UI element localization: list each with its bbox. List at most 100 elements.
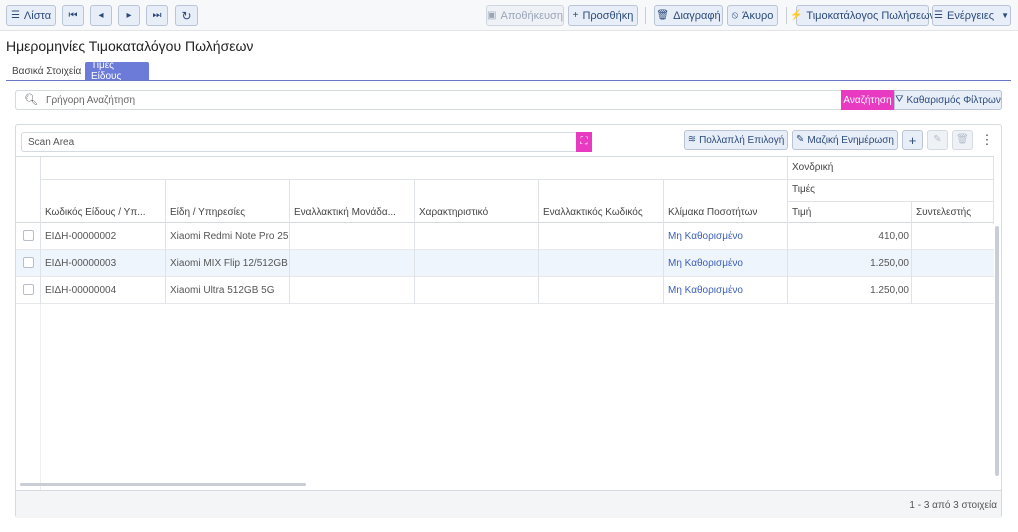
header-divider bbox=[993, 157, 994, 224]
cell-quantity-scale-link[interactable]: Μη Καθορισμένο bbox=[668, 250, 785, 276]
last-page-button[interactable]: ⏭ bbox=[146, 5, 168, 26]
menu-icon: ☰ bbox=[934, 9, 943, 21]
horizontal-scrollbar[interactable] bbox=[20, 483, 306, 486]
actions-label: Ενέργειες bbox=[947, 9, 995, 22]
bulk-update-label: Μαζική Ενημέρωση bbox=[807, 134, 894, 146]
list-icon: ☰ bbox=[10, 9, 20, 21]
scan-button[interactable]: ⛶ bbox=[576, 132, 592, 152]
edit-row-button[interactable]: ✎ bbox=[927, 130, 948, 150]
last-page-icon: ⏭ bbox=[152, 9, 162, 21]
column-group-prices: Τιμές bbox=[792, 184, 815, 195]
row-checkbox[interactable] bbox=[23, 284, 34, 295]
cell-alt-code bbox=[543, 223, 661, 249]
ban-icon: ⦸ bbox=[731, 9, 739, 21]
kebab-icon[interactable]: ⋮ bbox=[980, 131, 994, 149]
price-list-button[interactable]: ⚡ Τιμοκατάλογος Πωλήσεων bbox=[790, 5, 935, 26]
cell-factor bbox=[916, 277, 992, 303]
plus-icon: + bbox=[908, 132, 917, 148]
cell-price: 1.250,00 bbox=[870, 257, 909, 269]
header-divider bbox=[663, 179, 664, 224]
page-title: Ημερομηνίες Τιμοκαταλόγου Πωλήσεων bbox=[6, 38, 254, 54]
multi-select-label: Πολλαπλή Επιλογή bbox=[699, 134, 785, 146]
tab-item-prices[interactable]: Τιμές Είδους bbox=[85, 60, 149, 82]
cell-item: Xiaomi Redmi Note Pro 256GB bbox=[170, 230, 288, 242]
column-header-alt-unit[interactable]: Εναλλακτική Μονάδα... bbox=[294, 207, 412, 218]
prev-page-button[interactable]: ◂ bbox=[90, 5, 112, 26]
cell-price: 410,00 bbox=[878, 230, 909, 242]
column-header-attribute[interactable]: Χαρακτηριστικό bbox=[419, 207, 536, 218]
save-button[interactable]: ▣ Αποθήκευση bbox=[486, 5, 564, 26]
cell-attribute bbox=[419, 223, 536, 249]
plus-icon: + bbox=[572, 9, 579, 21]
cancel-button[interactable]: ⦸ Άκυρο bbox=[727, 5, 778, 26]
scan-area-placeholder: Scan Area bbox=[28, 136, 75, 148]
add-button[interactable]: + Προσθήκη bbox=[568, 5, 638, 26]
search-placeholder: Γρήγορη Αναζήτηση bbox=[45, 94, 136, 106]
row-checkbox[interactable] bbox=[23, 230, 34, 241]
cell-price: 1.250,00 bbox=[870, 284, 909, 296]
search-button[interactable]: Αναζήτηση bbox=[841, 90, 894, 110]
vertical-scrollbar[interactable] bbox=[995, 226, 999, 476]
header-divider bbox=[787, 201, 994, 202]
tabs-underline bbox=[6, 80, 1011, 81]
column-header-factor[interactable]: Συντελεστής bbox=[916, 207, 992, 218]
cell-alt-unit bbox=[294, 277, 412, 303]
cell-item: Xiaomi Ultra 512GB 5G bbox=[170, 284, 275, 296]
row-checkbox[interactable] bbox=[23, 257, 34, 268]
delete-row-button[interactable]: 🗑 bbox=[952, 130, 973, 150]
grid-header: Χονδρική Τιμές Κωδικός Είδους / Υπ... Εί… bbox=[16, 156, 994, 224]
delete-label: Διαγραφή bbox=[673, 9, 721, 22]
clear-filters-button[interactable]: ⛛ Καθαρισμός Φίλτρων bbox=[894, 90, 1002, 110]
cell-quantity-scale-link[interactable]: Μη Καθορισμένο bbox=[668, 223, 785, 249]
list-button[interactable]: ☰ Λίστα bbox=[6, 5, 56, 26]
header-divider bbox=[538, 179, 539, 224]
pencil-icon: ✎ bbox=[796, 134, 805, 145]
cell-quantity-scale-link[interactable]: Μη Καθορισμένο bbox=[668, 277, 785, 303]
next-page-icon: ▸ bbox=[126, 9, 132, 21]
column-header-items[interactable]: Είδη / Υπηρεσίες bbox=[170, 207, 287, 218]
tab-basic-info[interactable]: Βασικά Στοιχεία bbox=[6, 62, 87, 80]
scan-area-input[interactable]: Scan Area bbox=[21, 132, 576, 152]
table-row[interactable]: ΕΙΔΗ-00000004 Xiaomi Ultra 512GB 5G Μη Κ… bbox=[16, 277, 994, 304]
grid-footer: 1 - 3 από 3 στοιχεία bbox=[16, 490, 1001, 518]
row-divider bbox=[289, 223, 290, 304]
cell-code: ΕΙΔΗ-00000003 bbox=[45, 257, 117, 269]
row-divider bbox=[663, 223, 664, 304]
pencil-icon: ✎ bbox=[933, 134, 942, 145]
table-row[interactable]: ΕΙΔΗ-00000003 Xiaomi MIX Flip 12/512GB 5… bbox=[16, 250, 994, 277]
table-row[interactable]: ΕΙΔΗ-00000002 Xiaomi Redmi Note Pro 256G… bbox=[16, 223, 994, 250]
header-divider bbox=[289, 179, 290, 224]
price-list-label: Τιμοκατάλογος Πωλήσεων bbox=[806, 9, 936, 22]
add-row-button[interactable]: + bbox=[902, 130, 923, 150]
filter-clear-icon: ⛛ bbox=[895, 94, 904, 105]
save-icon: ▣ bbox=[487, 9, 497, 21]
bulk-update-button[interactable]: ✎ Μαζική Ενημέρωση bbox=[792, 130, 898, 150]
row-divider bbox=[40, 223, 41, 304]
top-toolbar: ☰ Λίστα ⏮ ◂ ▸ ⏭ ↻ ▣ Αποθήκευση + Προσθήκη 🗑… bbox=[0, 0, 1018, 31]
header-divider bbox=[165, 179, 166, 224]
refresh-icon: ↻ bbox=[181, 8, 192, 23]
actions-dropdown[interactable]: ☰ Ενέργειες ▼ bbox=[932, 5, 1011, 26]
cell-factor bbox=[916, 223, 992, 249]
trash-icon: 🗑 bbox=[956, 134, 969, 145]
header-divider bbox=[911, 201, 912, 224]
column-header-price[interactable]: Τιμή bbox=[792, 207, 909, 218]
quick-search-input[interactable]: 🔍︎ Γρήγορη Αναζήτηση bbox=[15, 90, 842, 110]
delete-button[interactable]: 🗑 Διαγραφή bbox=[654, 5, 723, 26]
grid-panel: Scan Area ⛶ ≋ Πολλαπλή Επιλογή ✎ Μαζική Εν… bbox=[15, 124, 1002, 518]
next-page-button[interactable]: ▸ bbox=[118, 5, 140, 26]
trash-icon: 🗑 bbox=[656, 9, 670, 21]
list-label: Λίστα bbox=[23, 9, 52, 22]
cell-alt-unit bbox=[294, 223, 412, 249]
column-header-quantity-scale[interactable]: Κλίμακα Ποσοτήτων bbox=[668, 207, 785, 218]
refresh-button[interactable]: ↻ bbox=[175, 5, 198, 26]
cell-factor bbox=[916, 250, 992, 276]
first-page-button[interactable]: ⏮ bbox=[62, 5, 84, 26]
cell-item: Xiaomi MIX Flip 12/512GB 5G bbox=[170, 257, 288, 269]
column-header-code[interactable]: Κωδικός Είδους / Υπ... bbox=[45, 207, 163, 218]
cell-code: ΕΙΔΗ-00000004 bbox=[45, 284, 117, 296]
multi-select-button[interactable]: ≋ Πολλαπλή Επιλογή bbox=[684, 130, 788, 150]
cell-alt-code bbox=[543, 277, 661, 303]
header-divider bbox=[414, 179, 415, 224]
column-header-alt-code[interactable]: Εναλλακτικός Κωδικός bbox=[543, 207, 661, 218]
